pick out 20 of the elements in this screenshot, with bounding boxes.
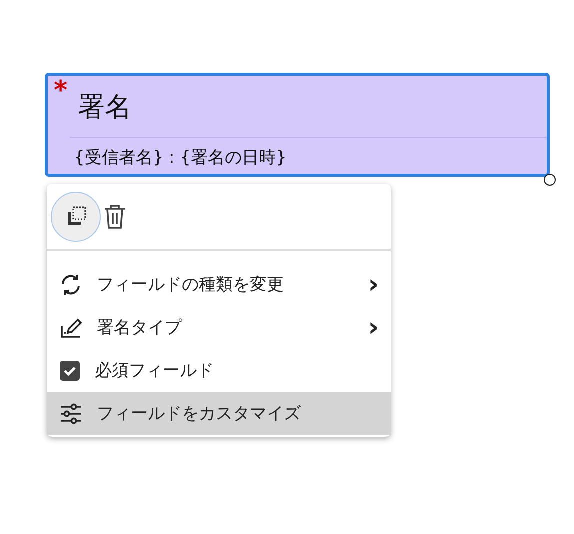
menu-item-label: 署名タイプ: [97, 317, 184, 339]
sliders-icon: [59, 402, 83, 426]
menu-item[interactable]: フィールドの種類を変更 ›: [47, 263, 391, 306]
menu-item-label: フィールドをカスタマイズ: [97, 403, 302, 425]
submenu-arrow: ›: [368, 314, 379, 340]
submenu-arrow: ›: [368, 272, 379, 298]
checkbox[interactable]: [59, 360, 81, 382]
menu-item-label: 必須フィールド: [95, 360, 215, 382]
signature-field[interactable]: * 署名 {受信者名} : {署名の日時}: [45, 73, 550, 177]
field-title: 署名: [70, 76, 547, 138]
menu-item-label: フィールドの種類を変更: [97, 274, 285, 296]
menu-item[interactable]: 必須フィールド: [47, 349, 391, 392]
duplicate-button[interactable]: [51, 192, 101, 242]
trash-icon[interactable]: [103, 204, 127, 230]
refresh-icon: [59, 272, 83, 296]
menu-item[interactable]: 署名タイプ ›: [47, 306, 391, 349]
required-mark: *: [54, 78, 68, 104]
menu-item[interactable]: フィールドをカスタマイズ: [47, 392, 391, 435]
resize-handle[interactable]: [544, 174, 556, 186]
field-subtitle: {受信者名} : {署名の日時}: [74, 147, 288, 169]
